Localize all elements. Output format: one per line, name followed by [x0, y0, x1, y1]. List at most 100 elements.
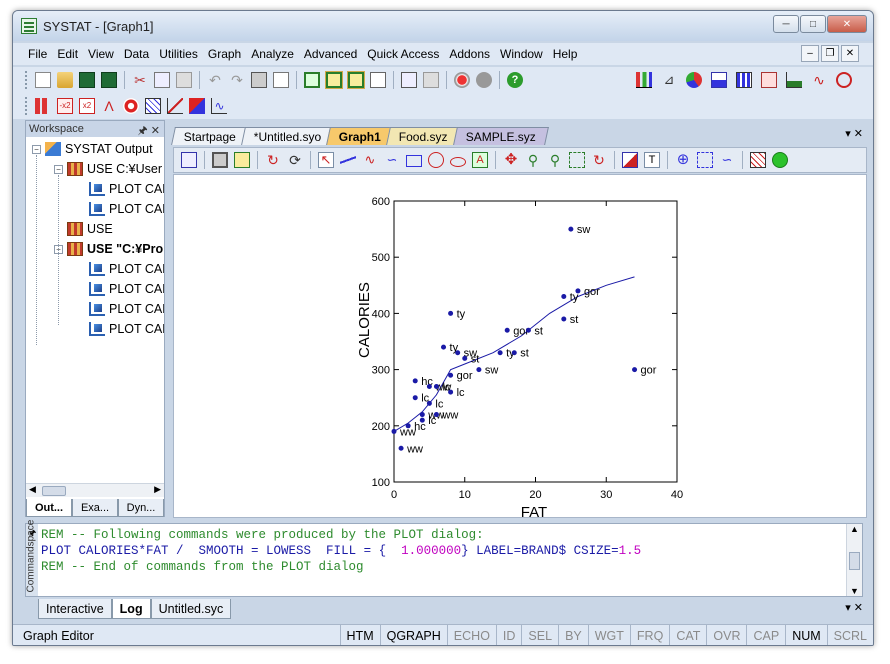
command-tab-interactive[interactable]: Interactive	[38, 599, 112, 619]
rotate-icon[interactable]: ⟳	[287, 152, 303, 168]
save-icon[interactable]	[79, 72, 95, 88]
control-chart-icon[interactable]: ∿	[211, 98, 227, 114]
print-icon[interactable]	[251, 72, 267, 88]
zoom-in-icon[interactable]: ⚲	[525, 152, 541, 168]
script-view-icon[interactable]	[370, 72, 386, 88]
print-preview-icon[interactable]	[273, 72, 289, 88]
frame-icon[interactable]	[212, 152, 228, 168]
circle-tool-icon[interactable]	[428, 152, 444, 168]
bar-chart-icon[interactable]	[636, 72, 652, 88]
descriptive-stats-icon[interactable]	[35, 98, 51, 114]
scroll-up-arrow-icon[interactable]: ▲	[850, 524, 859, 534]
tree-item[interactable]: − USE "C:¥Pro	[54, 239, 163, 259]
brush-icon[interactable]	[622, 152, 638, 168]
line-plot-icon[interactable]: ∿	[811, 72, 827, 88]
collapse-icon[interactable]: −	[54, 164, 63, 174]
undo-icon[interactable]: ↶	[207, 72, 223, 88]
help-icon[interactable]: ?	[507, 72, 523, 88]
workspace-tab-2[interactable]: Dyn...	[118, 499, 164, 517]
polyline-tool-icon[interactable]: ∿	[362, 152, 378, 168]
cmd-tab-close-icon[interactable]: ✕	[854, 602, 863, 614]
graph-properties-icon[interactable]	[181, 152, 197, 168]
error-bar-icon[interactable]: ⊿	[661, 72, 677, 88]
copy-icon[interactable]	[154, 72, 170, 88]
rect-select-icon[interactable]	[697, 152, 713, 168]
doc-tab-food-syz[interactable]: Food.syz	[386, 127, 462, 145]
maximize-button[interactable]: □	[800, 15, 826, 33]
command-log[interactable]: REM -- Following commands were produced …	[41, 527, 641, 575]
tree-item[interactable]: − SYSTAT Output	[32, 139, 153, 159]
menu-graph[interactable]: Graph	[203, 47, 246, 61]
menu-data[interactable]: Data	[119, 47, 154, 61]
move-icon[interactable]: ✥	[503, 152, 519, 168]
open-folder-icon[interactable]	[57, 72, 73, 88]
tree-item[interactable]: PLOT CAL	[76, 279, 164, 299]
menu-file[interactable]: File	[23, 47, 52, 61]
workspace-horizontal-scrollbar[interactable]: ◀ ▶	[26, 483, 164, 497]
menu-edit[interactable]: Edit	[52, 47, 83, 61]
scroll-down-arrow-icon[interactable]: ▼	[850, 586, 859, 596]
redo-icon[interactable]: ↷	[229, 72, 245, 88]
cmd-tab-list-icon[interactable]: ▾	[845, 602, 851, 614]
menu-quick-access[interactable]: Quick Access	[362, 47, 444, 61]
lasso-icon[interactable]: ∽	[719, 152, 735, 168]
record-icon[interactable]	[454, 72, 470, 88]
paste-icon[interactable]	[176, 72, 192, 88]
scroll-right-arrow-icon[interactable]: ▶	[154, 484, 161, 495]
mdi-restore-button[interactable]: ❐	[821, 45, 839, 62]
doc-tab-sample-syz[interactable]: SAMPLE.syz	[453, 127, 550, 145]
regression-icon[interactable]	[167, 98, 183, 114]
dot-plot-icon[interactable]	[761, 72, 777, 88]
pin-icon[interactable]: 🖈	[138, 125, 148, 137]
menu-addons[interactable]: Addons	[444, 47, 495, 61]
toolbar-grip[interactable]	[25, 71, 28, 89]
doc-tab-startpage[interactable]: Startpage	[171, 127, 249, 145]
reset-zoom-icon[interactable]: ↻	[591, 152, 607, 168]
stop-icon[interactable]	[476, 72, 492, 88]
menu-utilities[interactable]: Utilities	[154, 47, 203, 61]
command-vertical-scrollbar[interactable]: ▲ ▼	[846, 524, 862, 596]
target-icon[interactable]	[123, 98, 139, 114]
map-icon[interactable]	[836, 72, 852, 88]
page-icon[interactable]	[234, 152, 250, 168]
workspace-tab-1[interactable]: Exa...	[72, 499, 118, 517]
pie-chart-icon[interactable]	[686, 72, 702, 88]
t-test-icon[interactable]: -x2	[57, 98, 73, 114]
menu-view[interactable]: View	[83, 47, 119, 61]
green-circle-icon[interactable]	[772, 152, 788, 168]
dialog-recall-icon[interactable]	[401, 72, 417, 88]
histogram-icon[interactable]	[711, 72, 727, 88]
minimize-button[interactable]: ─	[773, 15, 799, 33]
close-button[interactable]: ✕	[827, 15, 867, 33]
tree-item[interactable]: PLOT CAL	[76, 259, 164, 279]
box-plot-icon[interactable]	[736, 72, 752, 88]
scrollbar-thumb[interactable]	[42, 486, 66, 496]
ellipse-tool-icon[interactable]	[450, 156, 466, 167]
text-edit-icon[interactable]: T	[644, 152, 660, 168]
workspace-close-icon[interactable]: ✕	[151, 125, 160, 137]
curve-tool-icon[interactable]: ∽	[384, 152, 400, 168]
rectangle-tool-icon[interactable]	[406, 155, 422, 167]
collapse-icon[interactable]: −	[32, 144, 41, 154]
chi-square-icon[interactable]: x2	[79, 98, 95, 114]
new-file-icon[interactable]	[35, 72, 51, 88]
graph-view-icon[interactable]	[347, 71, 365, 89]
density-plot-icon[interactable]	[786, 72, 802, 88]
doc-tab-untitled-syo[interactable]: *Untitled.syo	[241, 127, 335, 145]
zoom-out-icon[interactable]: ⚲	[547, 152, 563, 168]
text-tool-icon[interactable]: A	[472, 152, 488, 168]
refresh-icon[interactable]: ↻	[265, 152, 281, 168]
tree-item[interactable]: USE	[54, 219, 113, 239]
mdi-minimize-button[interactable]: –	[801, 45, 819, 62]
flag-icon[interactable]	[189, 98, 205, 114]
tree-item[interactable]: PLOT CAL	[76, 319, 164, 339]
doc-tab-graph1[interactable]: Graph1	[326, 127, 395, 145]
cut-icon[interactable]: ✂	[132, 72, 148, 88]
menu-help[interactable]: Help	[548, 47, 583, 61]
zoom-rect-icon[interactable]	[569, 152, 585, 168]
line-tool-icon[interactable]	[340, 152, 356, 168]
tree-item[interactable]: − USE C:¥User	[54, 159, 162, 179]
tab-list-icon[interactable]: ▾	[845, 128, 851, 140]
distribution-icon[interactable]: Λ	[101, 98, 117, 114]
scroll-left-arrow-icon[interactable]: ◀	[29, 484, 36, 495]
